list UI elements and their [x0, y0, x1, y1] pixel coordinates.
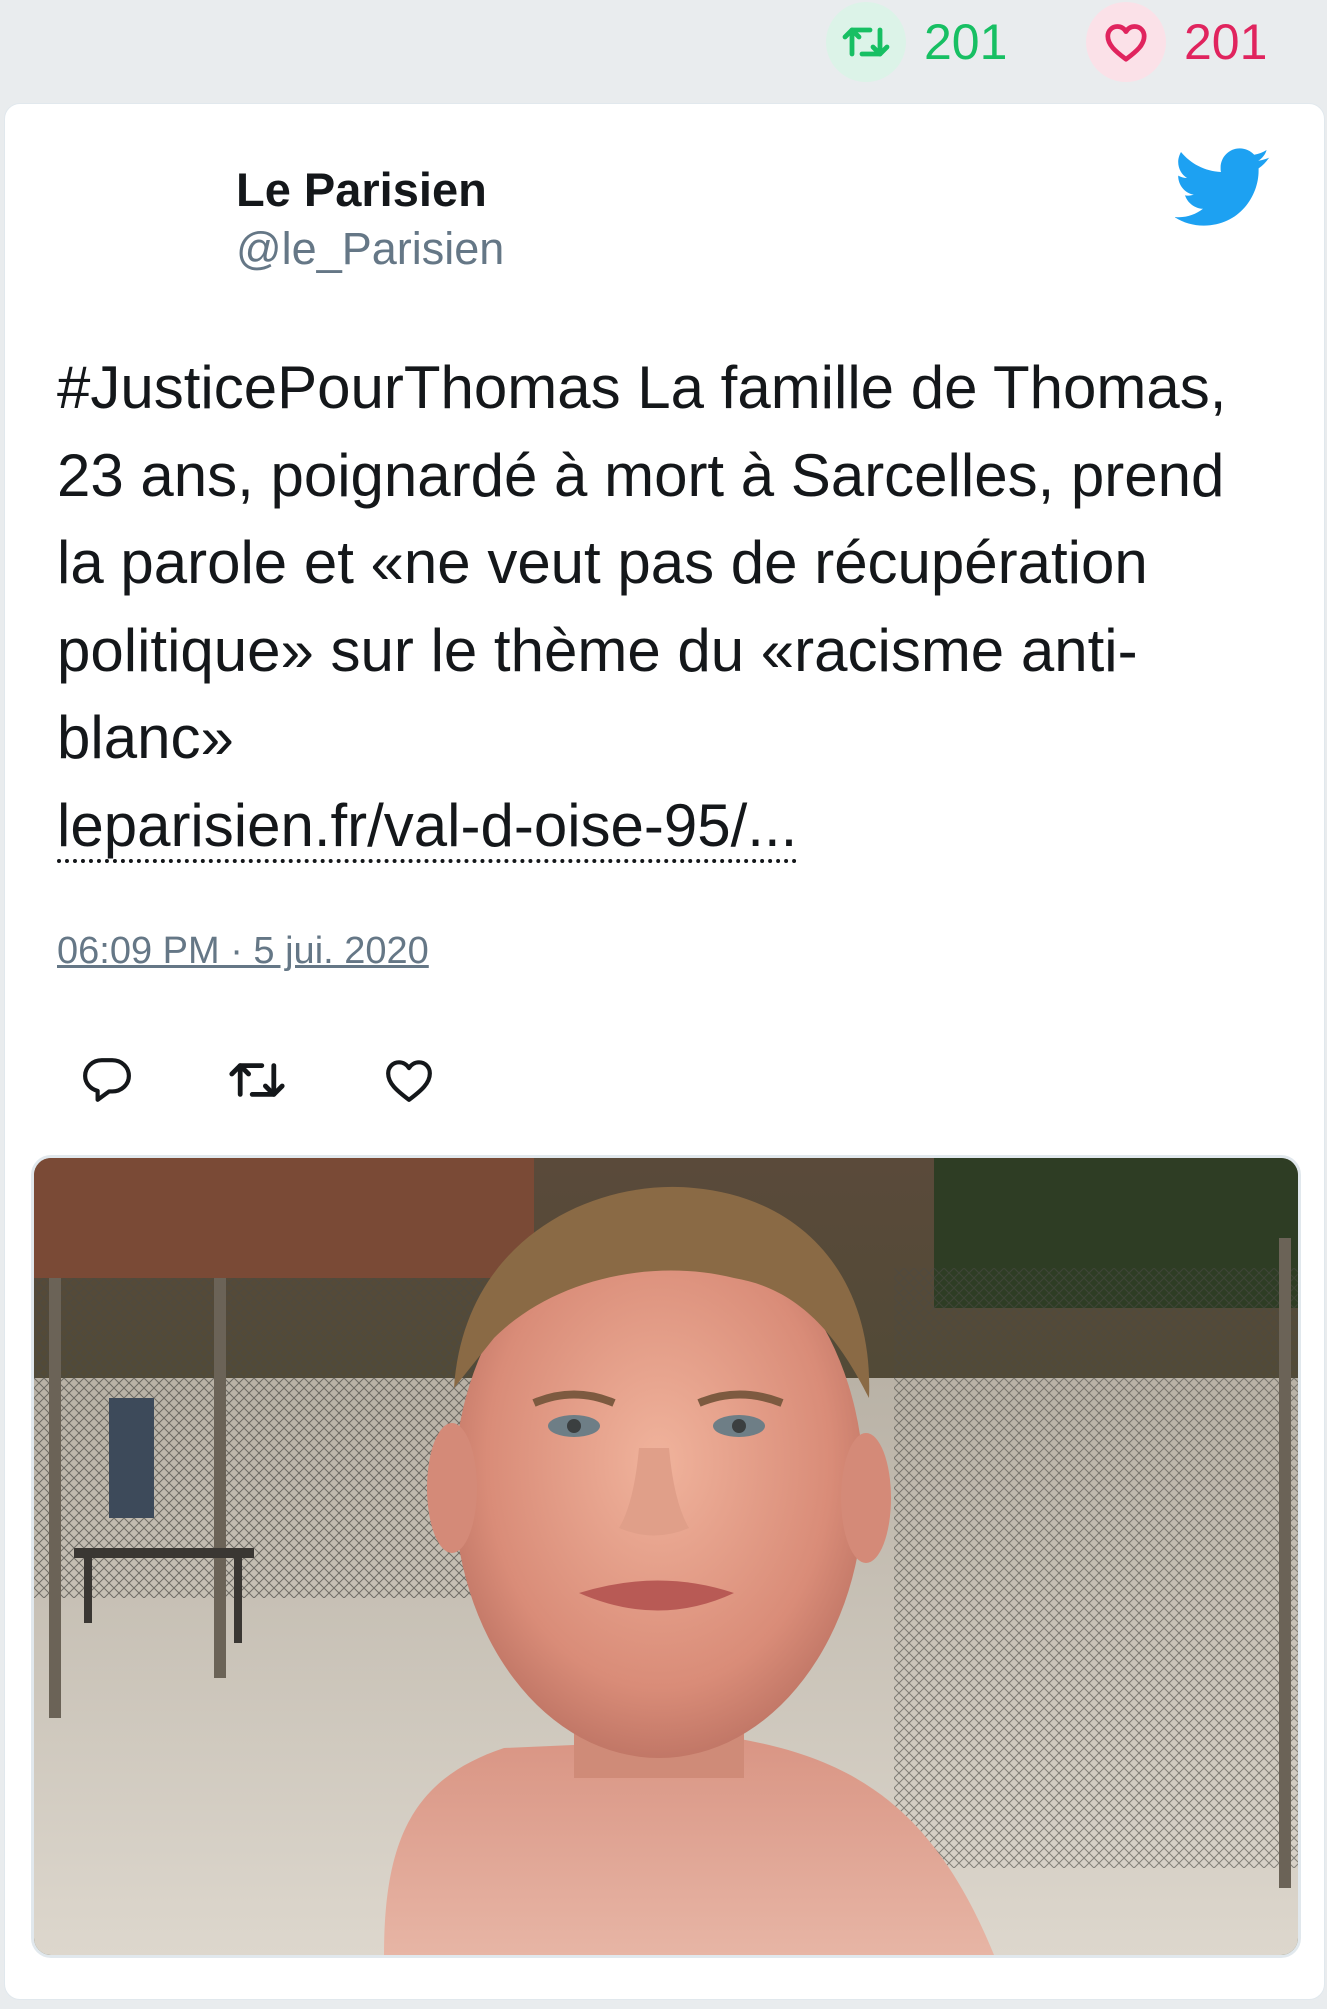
- like-stat[interactable]: 201: [1086, 0, 1267, 84]
- retweet-stat[interactable]: 201: [826, 0, 1007, 84]
- reply-icon[interactable]: [75, 1048, 139, 1112]
- author-name[interactable]: Le Parisien: [236, 162, 487, 217]
- tweet-media-photo[interactable]: [31, 1155, 1301, 1958]
- article-link[interactable]: leparisien.fr/val-d-oise-95/...: [57, 791, 798, 863]
- retweet-count: 201: [924, 14, 1008, 70]
- retweet-icon[interactable]: [826, 2, 906, 82]
- tweet-text: #JusticePourThomas La famille de Thomas,…: [57, 344, 1267, 869]
- retweet-icon[interactable]: [225, 1048, 289, 1112]
- tweet-timestamp[interactable]: 06:09 PM · 5 jui. 2020: [57, 930, 429, 973]
- twitter-bird-icon[interactable]: [1175, 148, 1271, 228]
- heart-icon[interactable]: [1086, 2, 1166, 82]
- heart-icon[interactable]: [377, 1048, 441, 1112]
- engagement-bar: 201 201: [0, 0, 1327, 100]
- tweet-card[interactable]: Le Parisien @le_Parisien #JusticePourTho…: [4, 103, 1325, 2000]
- photo-illustration: [34, 1158, 1298, 1955]
- avatar[interactable]: [61, 160, 181, 280]
- tweet-body: #JusticePourThomas La famille de Thomas,…: [57, 354, 1227, 771]
- author-handle[interactable]: @le_Parisien: [236, 223, 504, 275]
- like-count: 201: [1184, 14, 1268, 70]
